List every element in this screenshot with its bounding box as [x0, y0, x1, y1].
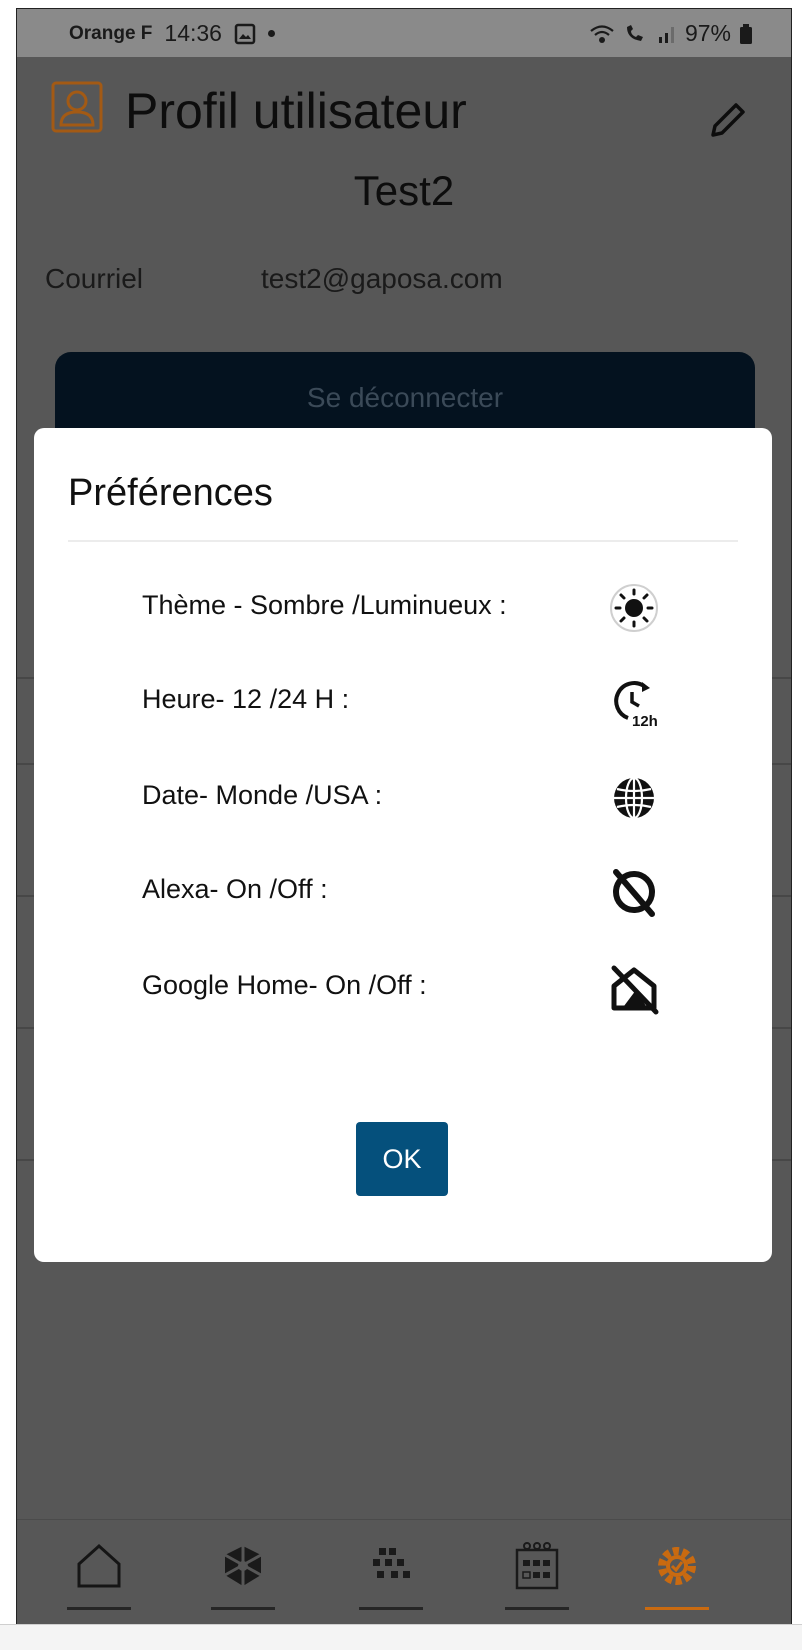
settings-gear-icon: [658, 1547, 696, 1585]
dialog-divider: [68, 540, 738, 542]
image-notification-icon: [234, 23, 256, 44]
pref-row-hour: Heure- 12 /24 H : 12h: [34, 670, 772, 730]
grid-dots-icon: [373, 1548, 410, 1578]
pref-row-alexa: Alexa- On /Off :: [34, 860, 772, 920]
status-time: 14:36: [164, 20, 222, 46]
email-label: Courriel: [45, 263, 144, 294]
svg-text:12h: 12h: [632, 713, 658, 730]
nav-home[interactable]: [67, 1540, 131, 1610]
system-gesture-bar: [0, 1624, 802, 1650]
cube-icon: [224, 1546, 262, 1586]
nav-devices[interactable]: [211, 1540, 275, 1610]
globe-icon[interactable]: [606, 770, 662, 826]
wifi-icon: [590, 24, 614, 43]
clock-12h-icon[interactable]: 12h: [606, 674, 662, 730]
pref-row-theme: Thème - Sombre /Luminueux :: [34, 576, 772, 636]
home-icon: [77, 1543, 121, 1588]
ok-button[interactable]: OK: [356, 1122, 448, 1196]
pref-label-google-home: Google Home- On /Off :: [142, 970, 427, 1000]
pref-label-alexa: Alexa- On /Off :: [142, 874, 328, 904]
pref-label-hour: Heure- 12 /24 H :: [142, 684, 350, 714]
nav-underline-active: [645, 1607, 709, 1610]
nav-settings[interactable]: [645, 1540, 709, 1610]
pref-row-date: Date- Monde /USA :: [34, 766, 772, 826]
carrier-label: Orange F: [69, 22, 153, 44]
nav-schedule[interactable]: [505, 1540, 569, 1610]
nav-underline: [211, 1607, 275, 1610]
nav-underline: [67, 1607, 131, 1610]
user-profile-icon: [51, 81, 103, 133]
notification-dot-icon: [267, 30, 275, 37]
dialog-title: Préférences: [68, 472, 273, 514]
signal-icon: [658, 26, 674, 43]
username: Test2: [353, 167, 455, 214]
status-bar: Orange F 14:36 97%: [17, 9, 791, 57]
battery-percent: 97%: [684, 20, 731, 46]
nav-underline: [359, 1607, 423, 1610]
bottom-navigation: [17, 1519, 791, 1625]
pref-row-google-home: Google Home- On /Off :: [34, 956, 772, 1016]
edit-pencil-icon[interactable]: [705, 99, 749, 143]
calendar-icon: [515, 1542, 559, 1590]
pref-label-theme: Thème - Sombre /Luminueux :: [142, 590, 507, 620]
preferences-dialog: Préférences Thème - Sombre /Luminueux : …: [34, 428, 772, 1262]
pref-label-date: Date- Monde /USA :: [142, 780, 383, 810]
email-value: test2@gaposa.com: [261, 263, 503, 294]
battery-icon: [740, 23, 752, 44]
nav-underline: [505, 1607, 569, 1610]
alexa-off-icon[interactable]: [606, 864, 662, 920]
page-title: Profil utilisateur: [125, 83, 467, 139]
google-home-off-icon[interactable]: [606, 960, 662, 1016]
sun-icon[interactable]: [606, 580, 662, 636]
volte-call-icon: [626, 24, 643, 41]
nav-scenes[interactable]: [359, 1540, 423, 1610]
